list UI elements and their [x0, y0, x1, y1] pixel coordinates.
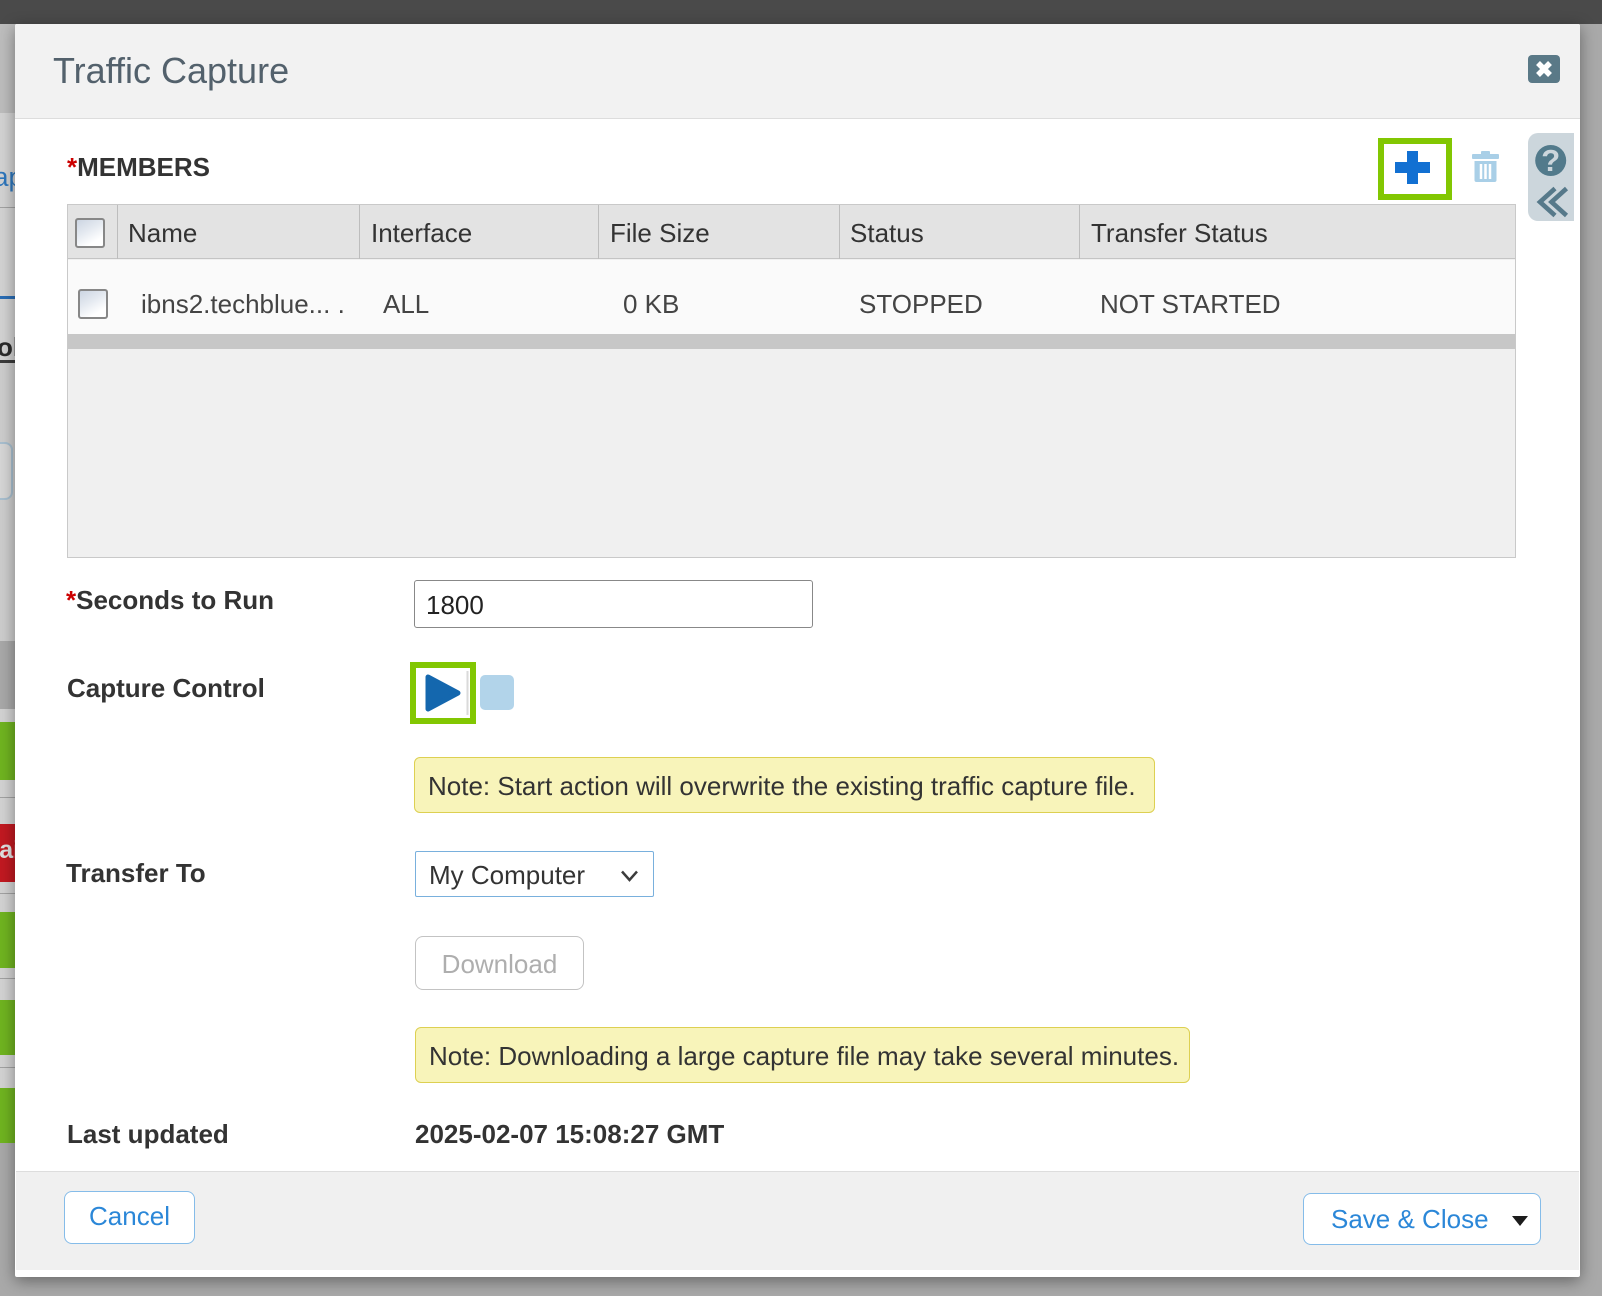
svg-text:?: ?	[1541, 143, 1560, 178]
